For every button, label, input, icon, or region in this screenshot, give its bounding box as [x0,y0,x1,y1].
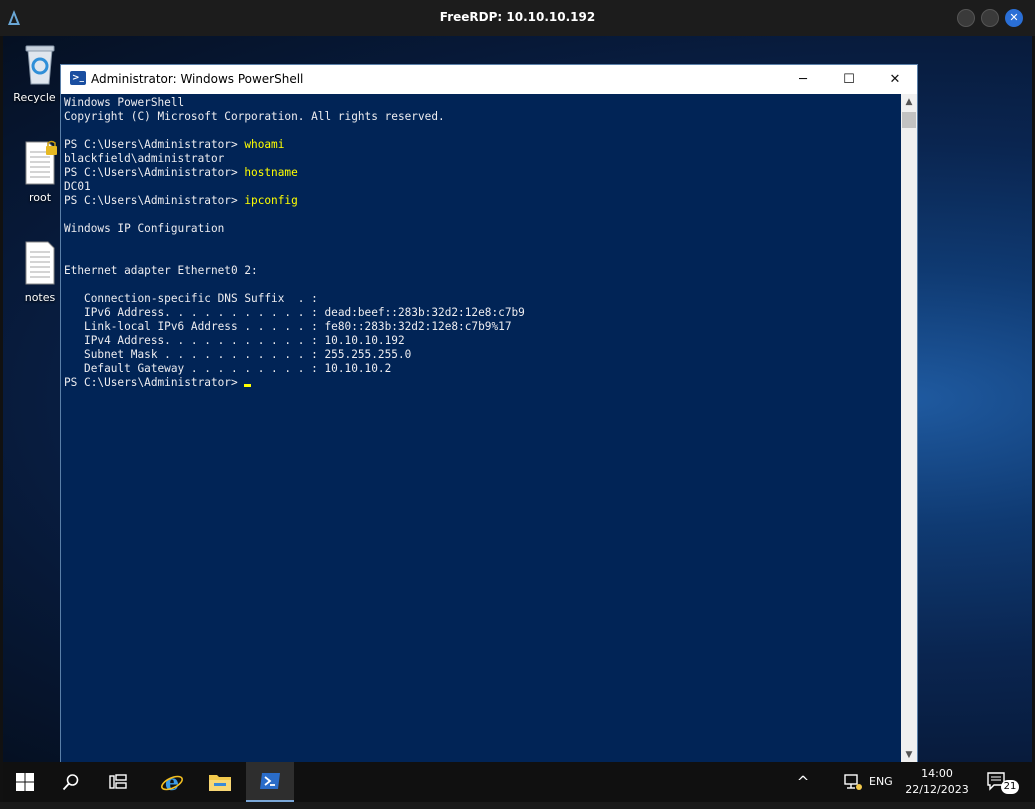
prompt-text: PS C:\Users\Administrator> [64,138,245,151]
console-line: IPv4 Address. . . . . . . . . . . : 10.1… [64,334,405,347]
prompt-text: PS C:\Users\Administrator> [64,194,245,207]
vertical-scrollbar[interactable]: ▲ ▼ [901,94,917,762]
freerdp-minimize-button[interactable] [957,9,975,27]
console-prompt-line: PS C:\Users\Administrator> hostname [64,166,901,180]
command-text: hostname [244,166,298,179]
task-view-icon [109,774,127,789]
tray-date: 22/12/2023 [905,783,969,796]
notification-count-badge: 21 [1001,780,1019,794]
scroll-down-button[interactable]: ▼ [901,747,917,762]
console-output[interactable]: Windows PowerShell Copyright (C) Microso… [61,94,901,762]
freerdp-title: FreeRDP: 10.10.10.192 [439,10,596,24]
powershell-taskbar-button[interactable] [246,762,294,802]
powershell-window[interactable]: >_ Administrator: Windows PowerShell ─ ☐… [60,64,918,762]
console-line: Subnet Mask . . . . . . . . . . . : 255.… [64,348,412,361]
powershell-window-title: Administrator: Windows PowerShell [91,72,304,86]
input-language-indicator[interactable]: ENG [869,775,893,788]
freerdp-titlebar: FreeRDP: 10.10.10.192 ✕ [0,0,1035,36]
tray-clock[interactable]: 14:00 22/12/2023 [899,766,975,798]
tray-show-hidden-icons-button[interactable]: ^ [783,762,823,802]
freerdp-close-button[interactable]: ✕ [1005,9,1023,27]
freerdp-maximize-button[interactable] [981,9,999,27]
search-icon [62,774,79,791]
command-text: whoami [244,138,285,151]
network-tray-button[interactable] [835,762,871,802]
console-prompt-line[interactable]: PS C:\Users\Administrator> [64,376,901,390]
start-button[interactable] [3,762,47,802]
tray-time: 14:00 [921,767,953,780]
maximize-button[interactable]: ☐ [826,65,872,94]
recycle-bin-icon [25,45,55,85]
scroll-up-button[interactable]: ▲ [901,94,917,110]
search-button[interactable] [49,762,93,802]
file-explorer-icon [209,775,231,791]
internet-explorer-button[interactable]: e [150,762,194,802]
text-file-icon [25,241,55,285]
network-icon [844,774,862,790]
start-icon [16,773,34,791]
console-line: Link-local IPv6 Address . . . . . : fe80… [64,320,512,333]
action-center-button[interactable]: 21 [981,762,1019,802]
console-line: Connection-specific DNS Suffix . : [64,292,318,305]
console-line: Ethernet adapter Ethernet0 2: [64,264,258,277]
file-explorer-button[interactable] [198,762,242,802]
task-view-button[interactable] [97,762,141,802]
scroll-thumb[interactable] [902,112,916,128]
internet-explorer-icon: e [161,770,183,794]
svg-text:e: e [165,770,179,794]
minimize-button[interactable]: ─ [780,65,826,94]
powershell-titlebar[interactable]: >_ Administrator: Windows PowerShell ─ ☐… [61,65,917,94]
desktop: Recycle B root notes >_ Administrator: W… [3,36,1032,762]
bottom-edge [0,802,1035,809]
taskbar: e ^ ENG 14:00 22/12/2023 21 [3,762,1032,802]
console-line: DC01 [64,180,91,193]
text-cursor [244,384,252,387]
console-prompt-line: PS C:\Users\Administrator> ipconfig [64,194,901,208]
command-text: ipconfig [244,194,298,207]
console-line: Copyright (C) Microsoft Corporation. All… [64,110,445,123]
powershell-icon: >_ [70,71,86,85]
console-line: blackfield\administrator [64,152,225,165]
prompt-text: PS C:\Users\Administrator> [64,376,245,389]
prompt-text: PS C:\Users\Administrator> [64,166,245,179]
powershell-icon [260,773,280,789]
console-line: Windows PowerShell [64,96,185,109]
console-line: Windows IP Configuration [64,222,225,235]
console-line: IPv6 Address. . . . . . . . . . . : dead… [64,306,525,319]
console-line: Default Gateway . . . . . . . . . : 10.1… [64,362,392,375]
close-button[interactable]: ✕ [872,65,918,94]
console-prompt-line: PS C:\Users\Administrator> whoami [64,138,901,152]
locked-text-file-icon [25,140,57,185]
